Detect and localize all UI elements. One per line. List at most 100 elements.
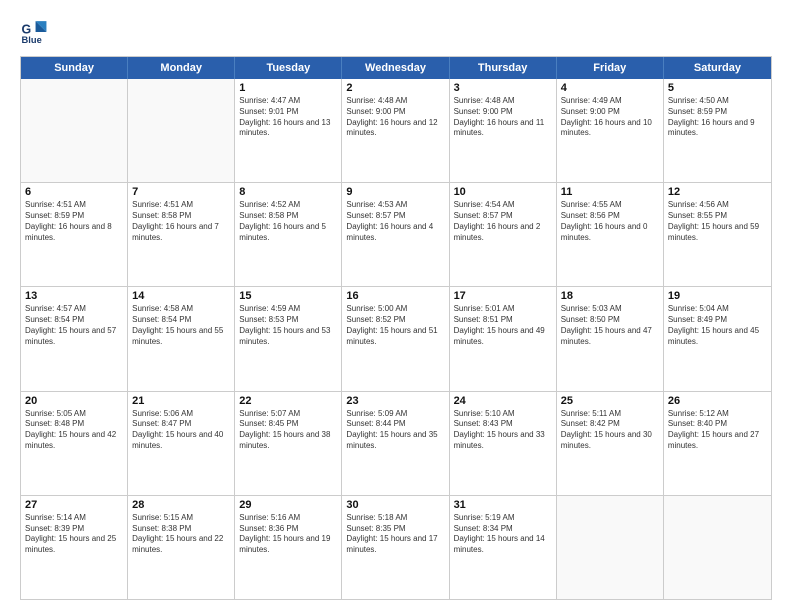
day-number: 4: [561, 82, 659, 94]
cal-cell: 24Sunrise: 5:10 AMSunset: 8:43 PMDayligh…: [450, 392, 557, 495]
sunset-line: Sunset: 8:36 PM: [239, 524, 337, 535]
day-number: 24: [454, 395, 552, 407]
cal-cell: 7 Sunrise: 4:51 AMSunset: 8:58 PMDaylight…: [128, 183, 235, 286]
daylight-line: Daylight: 15 hours and 14 minutes.: [454, 534, 552, 556]
daylight-line: Daylight: 16 hours and 13 minutes.: [239, 118, 337, 140]
day-number: 10: [454, 186, 552, 198]
sunrise-line: Sunrise: 5:16 AM: [239, 513, 337, 524]
sunrise-line: Sunrise: 5:04 AM: [668, 304, 767, 315]
cal-cell: 19Sunrise: 5:04 AMSunset: 8:49 PMDayligh…: [664, 287, 771, 390]
sunset-line: Sunset: 8:57 PM: [346, 211, 444, 222]
day-number: 11: [561, 186, 659, 198]
day-number: 29: [239, 499, 337, 511]
page: G Blue SundayMondayTuesdayWednesdayThurs…: [0, 0, 792, 612]
day-number: 13: [25, 290, 123, 302]
cal-cell: 30Sunrise: 5:18 AMSunset: 8:35 PMDayligh…: [342, 496, 449, 599]
sunset-line: Sunset: 8:47 PM: [132, 419, 230, 430]
sunrise-line: Sunrise: 5:12 AM: [668, 409, 767, 420]
sunrise-line: Sunrise: 5:14 AM: [25, 513, 123, 524]
day-number: 30: [346, 499, 444, 511]
sunrise-line: Sunrise: 4:47 AM: [239, 96, 337, 107]
cal-cell: 21Sunrise: 5:06 AMSunset: 8:47 PMDayligh…: [128, 392, 235, 495]
sunrise-line: Sunrise: 4:54 AM: [454, 200, 552, 211]
day-number: 16: [346, 290, 444, 302]
cal-cell: 14Sunrise: 4:58 AMSunset: 8:54 PMDayligh…: [128, 287, 235, 390]
day-number: 28: [132, 499, 230, 511]
cal-cell: 20Sunrise: 5:05 AMSunset: 8:48 PMDayligh…: [21, 392, 128, 495]
sunset-line: Sunset: 8:52 PM: [346, 315, 444, 326]
sunrise-line: Sunrise: 5:11 AM: [561, 409, 659, 420]
sunset-line: Sunset: 8:58 PM: [239, 211, 337, 222]
cal-header-sunday: Sunday: [21, 57, 128, 79]
day-number: 1: [239, 82, 337, 94]
cal-week-4: 20Sunrise: 5:05 AMSunset: 8:48 PMDayligh…: [21, 391, 771, 495]
daylight-line: Daylight: 15 hours and 38 minutes.: [239, 430, 337, 452]
daylight-line: Daylight: 15 hours and 33 minutes.: [454, 430, 552, 452]
sunset-line: Sunset: 8:42 PM: [561, 419, 659, 430]
sunrise-line: Sunrise: 5:07 AM: [239, 409, 337, 420]
cal-cell: 25Sunrise: 5:11 AMSunset: 8:42 PMDayligh…: [557, 392, 664, 495]
cal-cell: [664, 496, 771, 599]
sunset-line: Sunset: 8:59 PM: [25, 211, 123, 222]
sunrise-line: Sunrise: 5:00 AM: [346, 304, 444, 315]
daylight-line: Daylight: 16 hours and 0 minutes.: [561, 222, 659, 244]
day-number: 23: [346, 395, 444, 407]
sunrise-line: Sunrise: 4:48 AM: [346, 96, 444, 107]
sunset-line: Sunset: 8:55 PM: [668, 211, 767, 222]
sunset-line: Sunset: 8:34 PM: [454, 524, 552, 535]
cal-cell: [128, 79, 235, 182]
daylight-line: Daylight: 16 hours and 7 minutes.: [132, 222, 230, 244]
sunrise-line: Sunrise: 4:57 AM: [25, 304, 123, 315]
daylight-line: Daylight: 15 hours and 55 minutes.: [132, 326, 230, 348]
cal-cell: [21, 79, 128, 182]
day-number: 18: [561, 290, 659, 302]
sunrise-line: Sunrise: 4:51 AM: [132, 200, 230, 211]
daylight-line: Daylight: 16 hours and 8 minutes.: [25, 222, 123, 244]
daylight-line: Daylight: 15 hours and 51 minutes.: [346, 326, 444, 348]
sunrise-line: Sunrise: 4:55 AM: [561, 200, 659, 211]
sunset-line: Sunset: 9:00 PM: [561, 107, 659, 118]
sunset-line: Sunset: 8:45 PM: [239, 419, 337, 430]
sunset-line: Sunset: 8:54 PM: [25, 315, 123, 326]
sunset-line: Sunset: 8:35 PM: [346, 524, 444, 535]
sunset-line: Sunset: 8:59 PM: [668, 107, 767, 118]
cal-cell: 22 Sunrise: 5:07 AMSunset: 8:45 PMDayligh…: [235, 392, 342, 495]
sunset-line: Sunset: 8:51 PM: [454, 315, 552, 326]
sunset-line: Sunset: 8:58 PM: [132, 211, 230, 222]
day-number: 12: [668, 186, 767, 198]
cal-week-5: 27Sunrise: 5:14 AMSunset: 8:39 PMDayligh…: [21, 495, 771, 599]
daylight-line: Daylight: 16 hours and 4 minutes.: [346, 222, 444, 244]
sunrise-line: Sunrise: 4:53 AM: [346, 200, 444, 211]
cal-cell: 11 Sunrise: 4:55 AMSunset: 8:56 PMDayligh…: [557, 183, 664, 286]
sunrise-line: Sunrise: 4:59 AM: [239, 304, 337, 315]
daylight-line: Daylight: 15 hours and 42 minutes.: [25, 430, 123, 452]
cal-cell: 17Sunrise: 5:01 AMSunset: 8:51 PMDayligh…: [450, 287, 557, 390]
sunrise-line: Sunrise: 5:10 AM: [454, 409, 552, 420]
day-number: 26: [668, 395, 767, 407]
cal-cell: 2Sunrise: 4:48 AMSunset: 9:00 PMDaylight…: [342, 79, 449, 182]
cal-cell: 3Sunrise: 4:48 AMSunset: 9:00 PMDaylight…: [450, 79, 557, 182]
day-number: 22: [239, 395, 337, 407]
day-number: 7: [132, 186, 230, 198]
cal-week-1: 1Sunrise: 4:47 AMSunset: 9:01 PMDaylight…: [21, 79, 771, 182]
sunset-line: Sunset: 8:50 PM: [561, 315, 659, 326]
sunset-line: Sunset: 8:49 PM: [668, 315, 767, 326]
sunrise-line: Sunrise: 4:48 AM: [454, 96, 552, 107]
daylight-line: Daylight: 15 hours and 47 minutes.: [561, 326, 659, 348]
sunrise-line: Sunrise: 5:06 AM: [132, 409, 230, 420]
cal-week-3: 13 Sunrise: 4:57 AMSunset: 8:54 PM Dayligh…: [21, 286, 771, 390]
cal-header-friday: Friday: [557, 57, 664, 79]
cal-cell: 6Sunrise: 4:51 AMSunset: 8:59 PMDaylight…: [21, 183, 128, 286]
sunrise-line: Sunrise: 5:18 AM: [346, 513, 444, 524]
sunset-line: Sunset: 8:48 PM: [25, 419, 123, 430]
sunrise-line: Sunrise: 4:51 AM: [25, 200, 123, 211]
daylight-line: Daylight: 16 hours and 2 minutes.: [454, 222, 552, 244]
sunrise-line: Sunrise: 4:58 AM: [132, 304, 230, 315]
sunset-line: Sunset: 8:56 PM: [561, 211, 659, 222]
sunrise-line: Sunrise: 5:19 AM: [454, 513, 552, 524]
sunset-line: Sunset: 8:53 PM: [239, 315, 337, 326]
daylight-line: Daylight: 15 hours and 40 minutes.: [132, 430, 230, 452]
sunset-line: Sunset: 9:00 PM: [346, 107, 444, 118]
sunrise-line: Sunrise: 5:15 AM: [132, 513, 230, 524]
cal-cell: 8Sunrise: 4:52 AMSunset: 8:58 PMDaylight…: [235, 183, 342, 286]
